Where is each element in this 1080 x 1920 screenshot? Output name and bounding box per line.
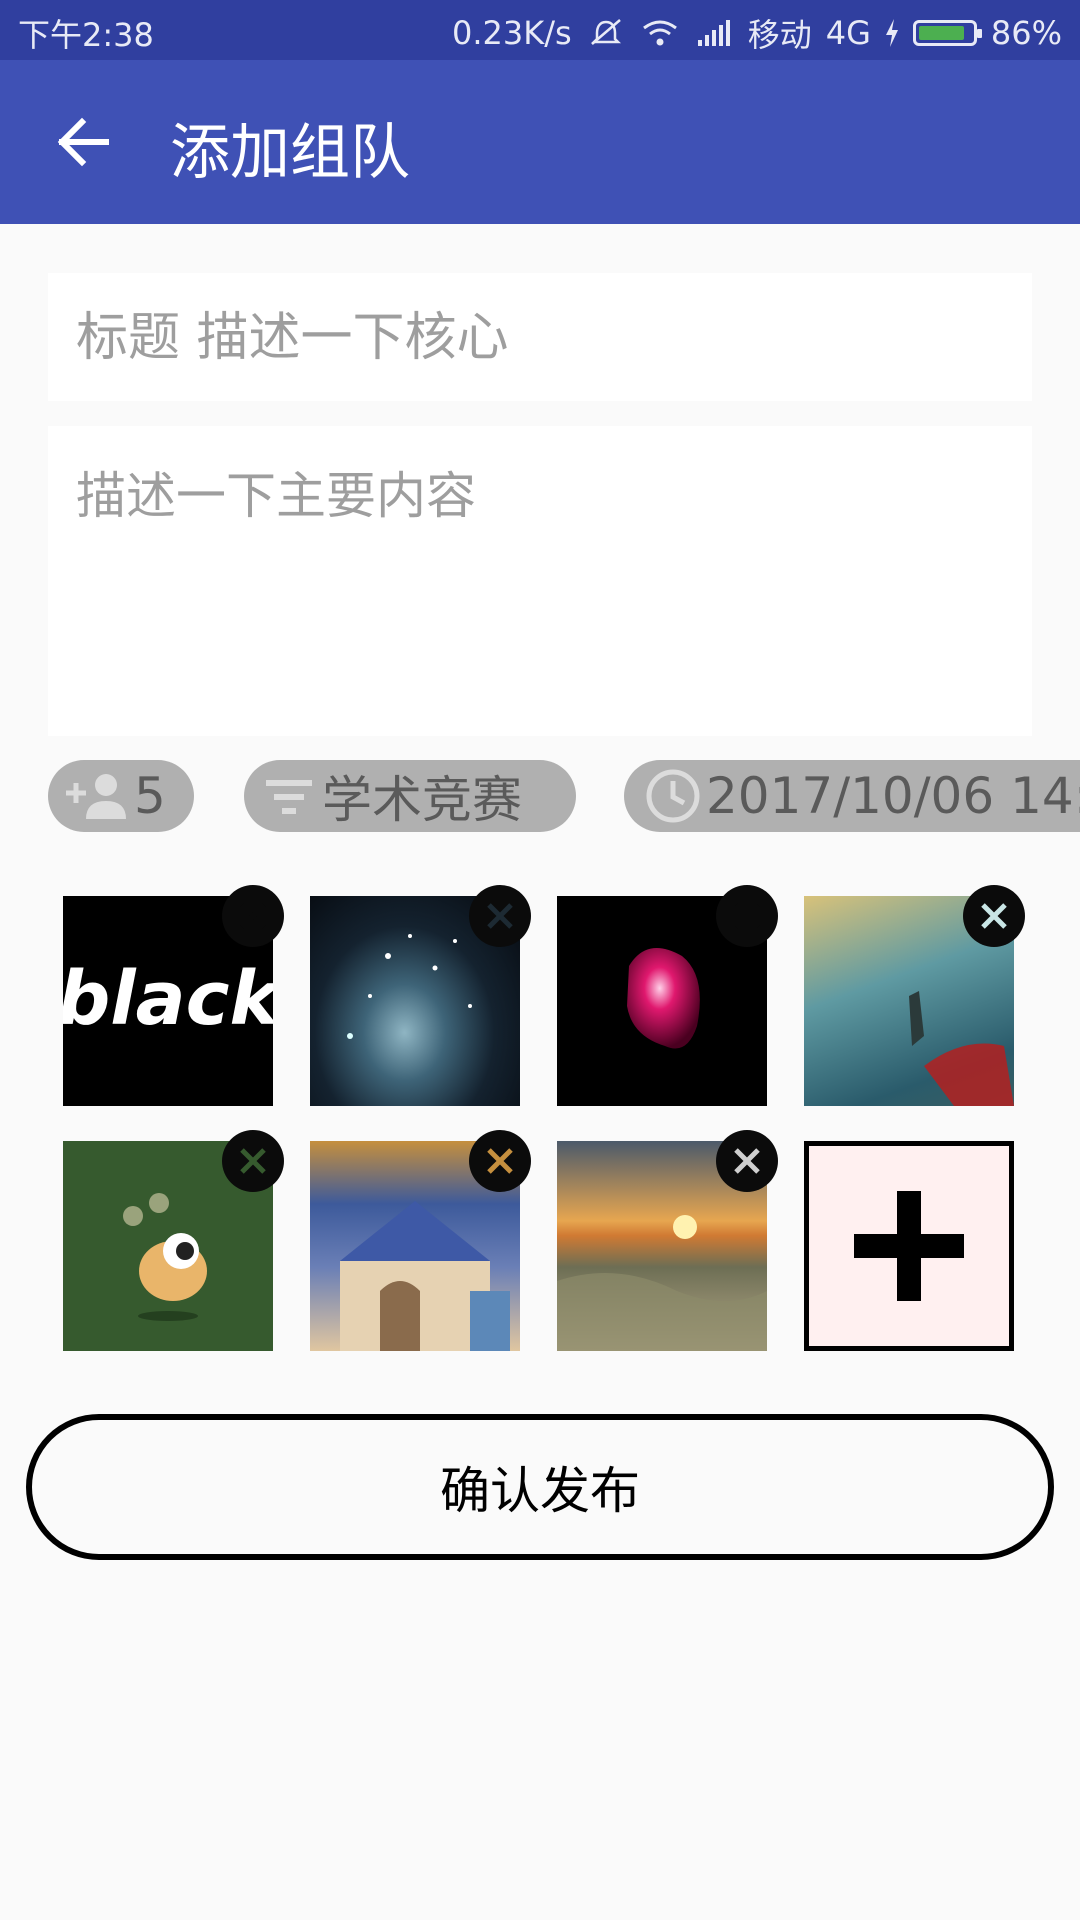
- close-icon: [240, 1148, 266, 1174]
- description-input[interactable]: [74, 426, 1032, 716]
- close-icon: [487, 903, 513, 929]
- time-label: 2017/10/06 14:: [706, 767, 1080, 825]
- description-field: [48, 426, 1032, 736]
- page-title: 添加组队: [170, 118, 410, 188]
- close-icon: [487, 1148, 513, 1174]
- battery-icon: [912, 20, 982, 46]
- remove-image-button[interactable]: [222, 885, 284, 947]
- close-icon: [734, 903, 760, 929]
- silent-bell-icon: [590, 19, 621, 45]
- time-chip[interactable]: 2017/10/06 14:: [624, 760, 1080, 832]
- status-time: 下午2:38: [18, 16, 154, 54]
- clock-icon: [646, 769, 700, 823]
- signal-icon: [697, 20, 730, 46]
- close-icon: [981, 903, 1007, 929]
- black-thumb-text: black: [63, 956, 273, 1042]
- status-right: 0.23K/s 移动 4G 86%: [452, 10, 1062, 56]
- add-image-button[interactable]: [804, 1141, 1014, 1351]
- members-count: 5: [134, 767, 166, 825]
- title-input[interactable]: [74, 273, 1036, 403]
- battery-fill: [918, 26, 964, 40]
- close-icon: [240, 903, 266, 929]
- remove-image-button[interactable]: [716, 1130, 778, 1192]
- add-person-icon: [66, 774, 126, 819]
- remove-image-button[interactable]: [469, 1130, 531, 1192]
- title-field: [48, 273, 1036, 403]
- remove-image-button[interactable]: [716, 885, 778, 947]
- category-label: 学术竞赛: [322, 771, 522, 829]
- remove-image-button[interactable]: [222, 1130, 284, 1192]
- network-speed: 0.23K/s: [452, 14, 572, 52]
- carrier-label: 移动: [747, 16, 812, 54]
- category-chip[interactable]: 学术竞赛: [244, 760, 576, 832]
- confirm-publish-label: 确认发布: [440, 1462, 640, 1520]
- remove-image-button[interactable]: [469, 885, 531, 947]
- members-chip[interactable]: 5: [48, 760, 194, 832]
- arrow-back-icon[interactable]: [52, 110, 116, 174]
- remove-image-button[interactable]: [963, 885, 1025, 947]
- close-icon: [734, 1148, 760, 1174]
- status-bar: 下午2:38 0.23K/s 移动 4G 86%: [0, 0, 1080, 60]
- filter-icon: [266, 780, 312, 814]
- battery-percent: 86%: [990, 14, 1062, 52]
- app-bar: 添加组队: [0, 60, 1080, 224]
- wifi-icon: [642, 20, 677, 46]
- network-type: 4G: [825, 14, 871, 52]
- charging-icon: [885, 19, 898, 47]
- confirm-publish-button[interactable]: 确认发布: [26, 1414, 1054, 1560]
- plus-icon: [854, 1191, 964, 1301]
